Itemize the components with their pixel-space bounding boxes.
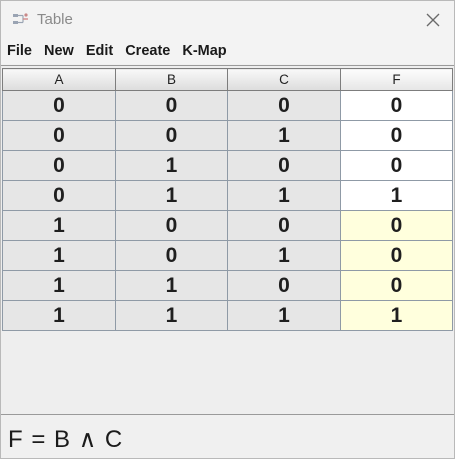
table-window: Table File New Edit Create K-Map A B C F: [0, 0, 455, 459]
cell-a: 1: [2, 270, 116, 301]
table-row: 1000: [2, 210, 453, 241]
cell-c: 1: [227, 240, 341, 271]
cell-b: 0: [115, 240, 228, 271]
window-title: Table: [37, 11, 73, 28]
cell-f[interactable]: 1: [340, 180, 453, 211]
close-button[interactable]: [419, 7, 447, 33]
cell-b: 1: [115, 270, 228, 301]
table-row: 0100: [2, 150, 453, 181]
cell-f[interactable]: 0: [340, 150, 453, 181]
cell-b: 0: [115, 120, 228, 151]
cell-c: 0: [227, 90, 341, 121]
column-header-c[interactable]: C: [227, 68, 341, 91]
boolean-expression: F = B ∧ C: [8, 426, 124, 453]
menu-edit[interactable]: Edit: [80, 39, 119, 64]
cell-c: 0: [227, 150, 341, 181]
cell-f[interactable]: 0: [340, 90, 453, 121]
cell-b: 1: [115, 150, 228, 181]
column-header-f[interactable]: F: [340, 68, 453, 91]
menu-new[interactable]: New: [38, 39, 80, 64]
cell-a: 1: [2, 300, 116, 331]
cell-a: 1: [2, 240, 116, 271]
table-row: 1010: [2, 240, 453, 271]
column-header-a[interactable]: A: [2, 68, 116, 91]
cell-a: 0: [2, 150, 116, 181]
cell-f[interactable]: 0: [340, 120, 453, 151]
cell-c: 1: [227, 120, 341, 151]
truth-table: A B C F 00000010010001111000101011001111: [2, 68, 453, 331]
table-row: 0111: [2, 180, 453, 211]
table-row: 0000: [2, 90, 453, 121]
cell-c: 1: [227, 180, 341, 211]
table-row: 1111: [2, 300, 453, 331]
cell-b: 0: [115, 210, 228, 241]
cell-a: 1: [2, 210, 116, 241]
cell-f[interactable]: 1: [340, 300, 453, 331]
truth-table-area: A B C F 00000010010001111000101011001111: [1, 65, 454, 415]
cell-c: 0: [227, 270, 341, 301]
cell-b: 1: [115, 300, 228, 331]
cell-c: 1: [227, 300, 341, 331]
cell-a: 0: [2, 90, 116, 121]
menu-kmap[interactable]: K-Map: [176, 39, 232, 64]
cell-f[interactable]: 0: [340, 240, 453, 271]
table-app-icon: [13, 13, 28, 24]
close-icon: [426, 13, 440, 27]
header-row: A B C F: [2, 68, 453, 91]
menu-bar: File New Edit Create K-Map: [1, 39, 454, 64]
cell-f[interactable]: 0: [340, 210, 453, 241]
cell-a: 0: [2, 120, 116, 151]
menu-create[interactable]: Create: [119, 39, 176, 64]
title-bar: Table: [1, 1, 454, 39]
cell-f[interactable]: 0: [340, 270, 453, 301]
table-row: 0010: [2, 120, 453, 151]
table-row: 1100: [2, 270, 453, 301]
cell-b: 1: [115, 180, 228, 211]
cell-a: 0: [2, 180, 116, 211]
cell-c: 0: [227, 210, 341, 241]
column-header-b[interactable]: B: [115, 68, 228, 91]
menu-file[interactable]: File: [1, 39, 38, 64]
cell-b: 0: [115, 90, 228, 121]
